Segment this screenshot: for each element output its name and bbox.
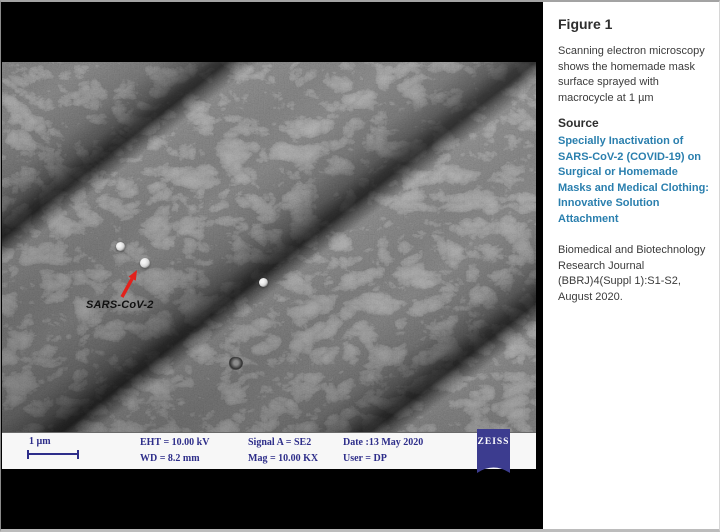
- source-heading: Source: [558, 116, 710, 130]
- figure-viewer-window: SARS-CoV-2 1 µm EHT = 10.00 kV WD = 8.2 …: [0, 0, 720, 532]
- virus-particle: [259, 278, 268, 287]
- sem-params-beam: EHT = 10.00 kV WD = 8.2 mm: [140, 435, 209, 467]
- figure-title: Figure 1: [558, 16, 710, 32]
- annotation-arrow-icon: [116, 264, 142, 300]
- figure-info-panel: Figure 1 Scanning electron microscopy sh…: [543, 2, 720, 529]
- user-value: User = DP: [343, 451, 423, 467]
- scale-bar-label: 1 µm: [29, 436, 51, 447]
- virus-particle: [116, 242, 125, 251]
- date-value: Date :13 May 2020: [343, 435, 423, 451]
- zeiss-logo-text: ZEISS: [478, 437, 510, 447]
- figure-caption: Scanning electron microscopy shows the h…: [558, 44, 710, 106]
- mask-fiber-texture: [2, 62, 536, 468]
- source-link[interactable]: Specially Inactivation of SARS-CoV-2 (CO…: [558, 134, 710, 227]
- journal-citation: Biomedical and Biotechnology Research Jo…: [558, 243, 710, 305]
- sem-micrograph-image: SARS-CoV-2 1 µm EHT = 10.00 kV WD = 8.2 …: [2, 62, 536, 468]
- signal-value: Signal A = SE2: [248, 435, 318, 451]
- scale-bar: [27, 450, 79, 459]
- eht-value: EHT = 10.00 kV: [140, 435, 209, 451]
- sem-info-bar: 1 µm EHT = 10.00 kV WD = 8.2 mm Signal A…: [2, 432, 536, 469]
- sem-params-session: Date :13 May 2020 User = DP: [343, 435, 423, 467]
- mag-value: Mag = 10.00 KX: [248, 451, 318, 467]
- micrograph-pane: SARS-CoV-2 1 µm EHT = 10.00 kV WD = 8.2 …: [1, 2, 543, 529]
- wd-value: WD = 8.2 mm: [140, 451, 209, 467]
- zeiss-logo: ZEISS: [477, 429, 510, 473]
- virus-annotation-label: SARS-CoV-2: [86, 299, 154, 311]
- sem-params-signal: Signal A = SE2 Mag = 10.00 KX: [248, 435, 318, 467]
